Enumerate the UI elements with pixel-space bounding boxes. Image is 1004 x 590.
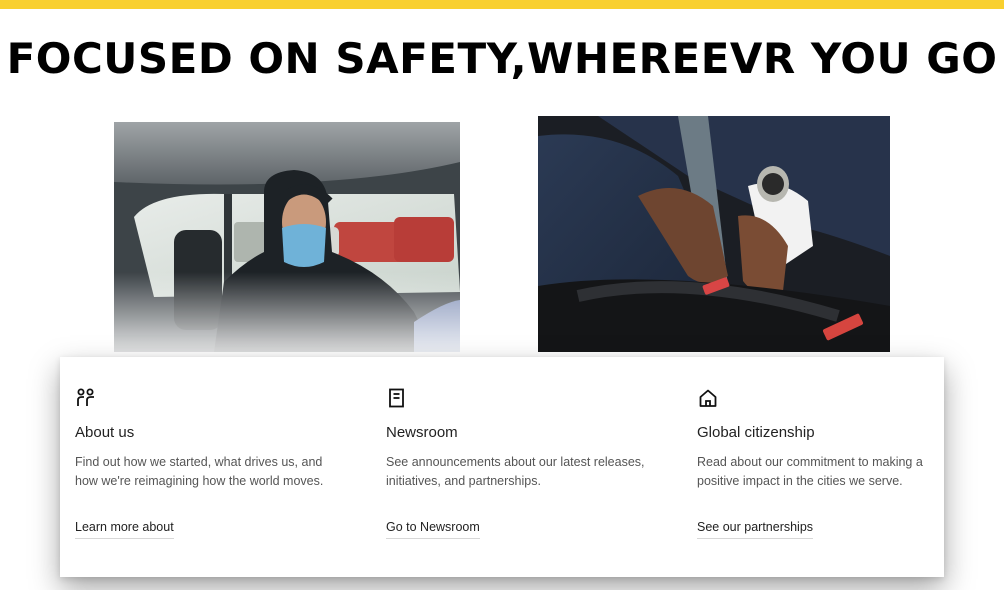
page-headline: FOCUSED ON SAFETY,WHEREEVR YOU GO	[6, 34, 998, 83]
see-partnerships-link[interactable]: See our partnerships	[697, 520, 814, 539]
global-citizenship-section: Global citizenship Read about our commit…	[697, 387, 977, 539]
masked-driver-photo	[114, 122, 460, 352]
newsroom-section: Newsroom See announcements about our lat…	[386, 387, 666, 539]
global-citizenship-title: Global citizenship	[697, 424, 815, 441]
go-to-newsroom-link[interactable]: Go to Newsroom	[386, 520, 480, 539]
newsroom-description: See announcements about our latest relea…	[386, 455, 645, 488]
people-icon	[77, 388, 94, 406]
newsroom-title: Newsroom	[386, 424, 458, 441]
info-card: About us Find out how we started, what d…	[60, 357, 944, 577]
top-accent-bar	[0, 0, 1004, 9]
seatbelt-photo	[538, 116, 890, 352]
home-icon	[699, 389, 717, 407]
about-us-description: Find out how we started, what drives us,…	[75, 455, 324, 488]
document-icon	[389, 388, 404, 408]
global-citizenship-description: Read about our commitment to making a po…	[697, 455, 923, 488]
about-us-title: About us	[75, 424, 135, 441]
about-us-section: About us Find out how we started, what d…	[75, 387, 355, 539]
learn-more-link[interactable]: Learn more about	[75, 520, 174, 539]
